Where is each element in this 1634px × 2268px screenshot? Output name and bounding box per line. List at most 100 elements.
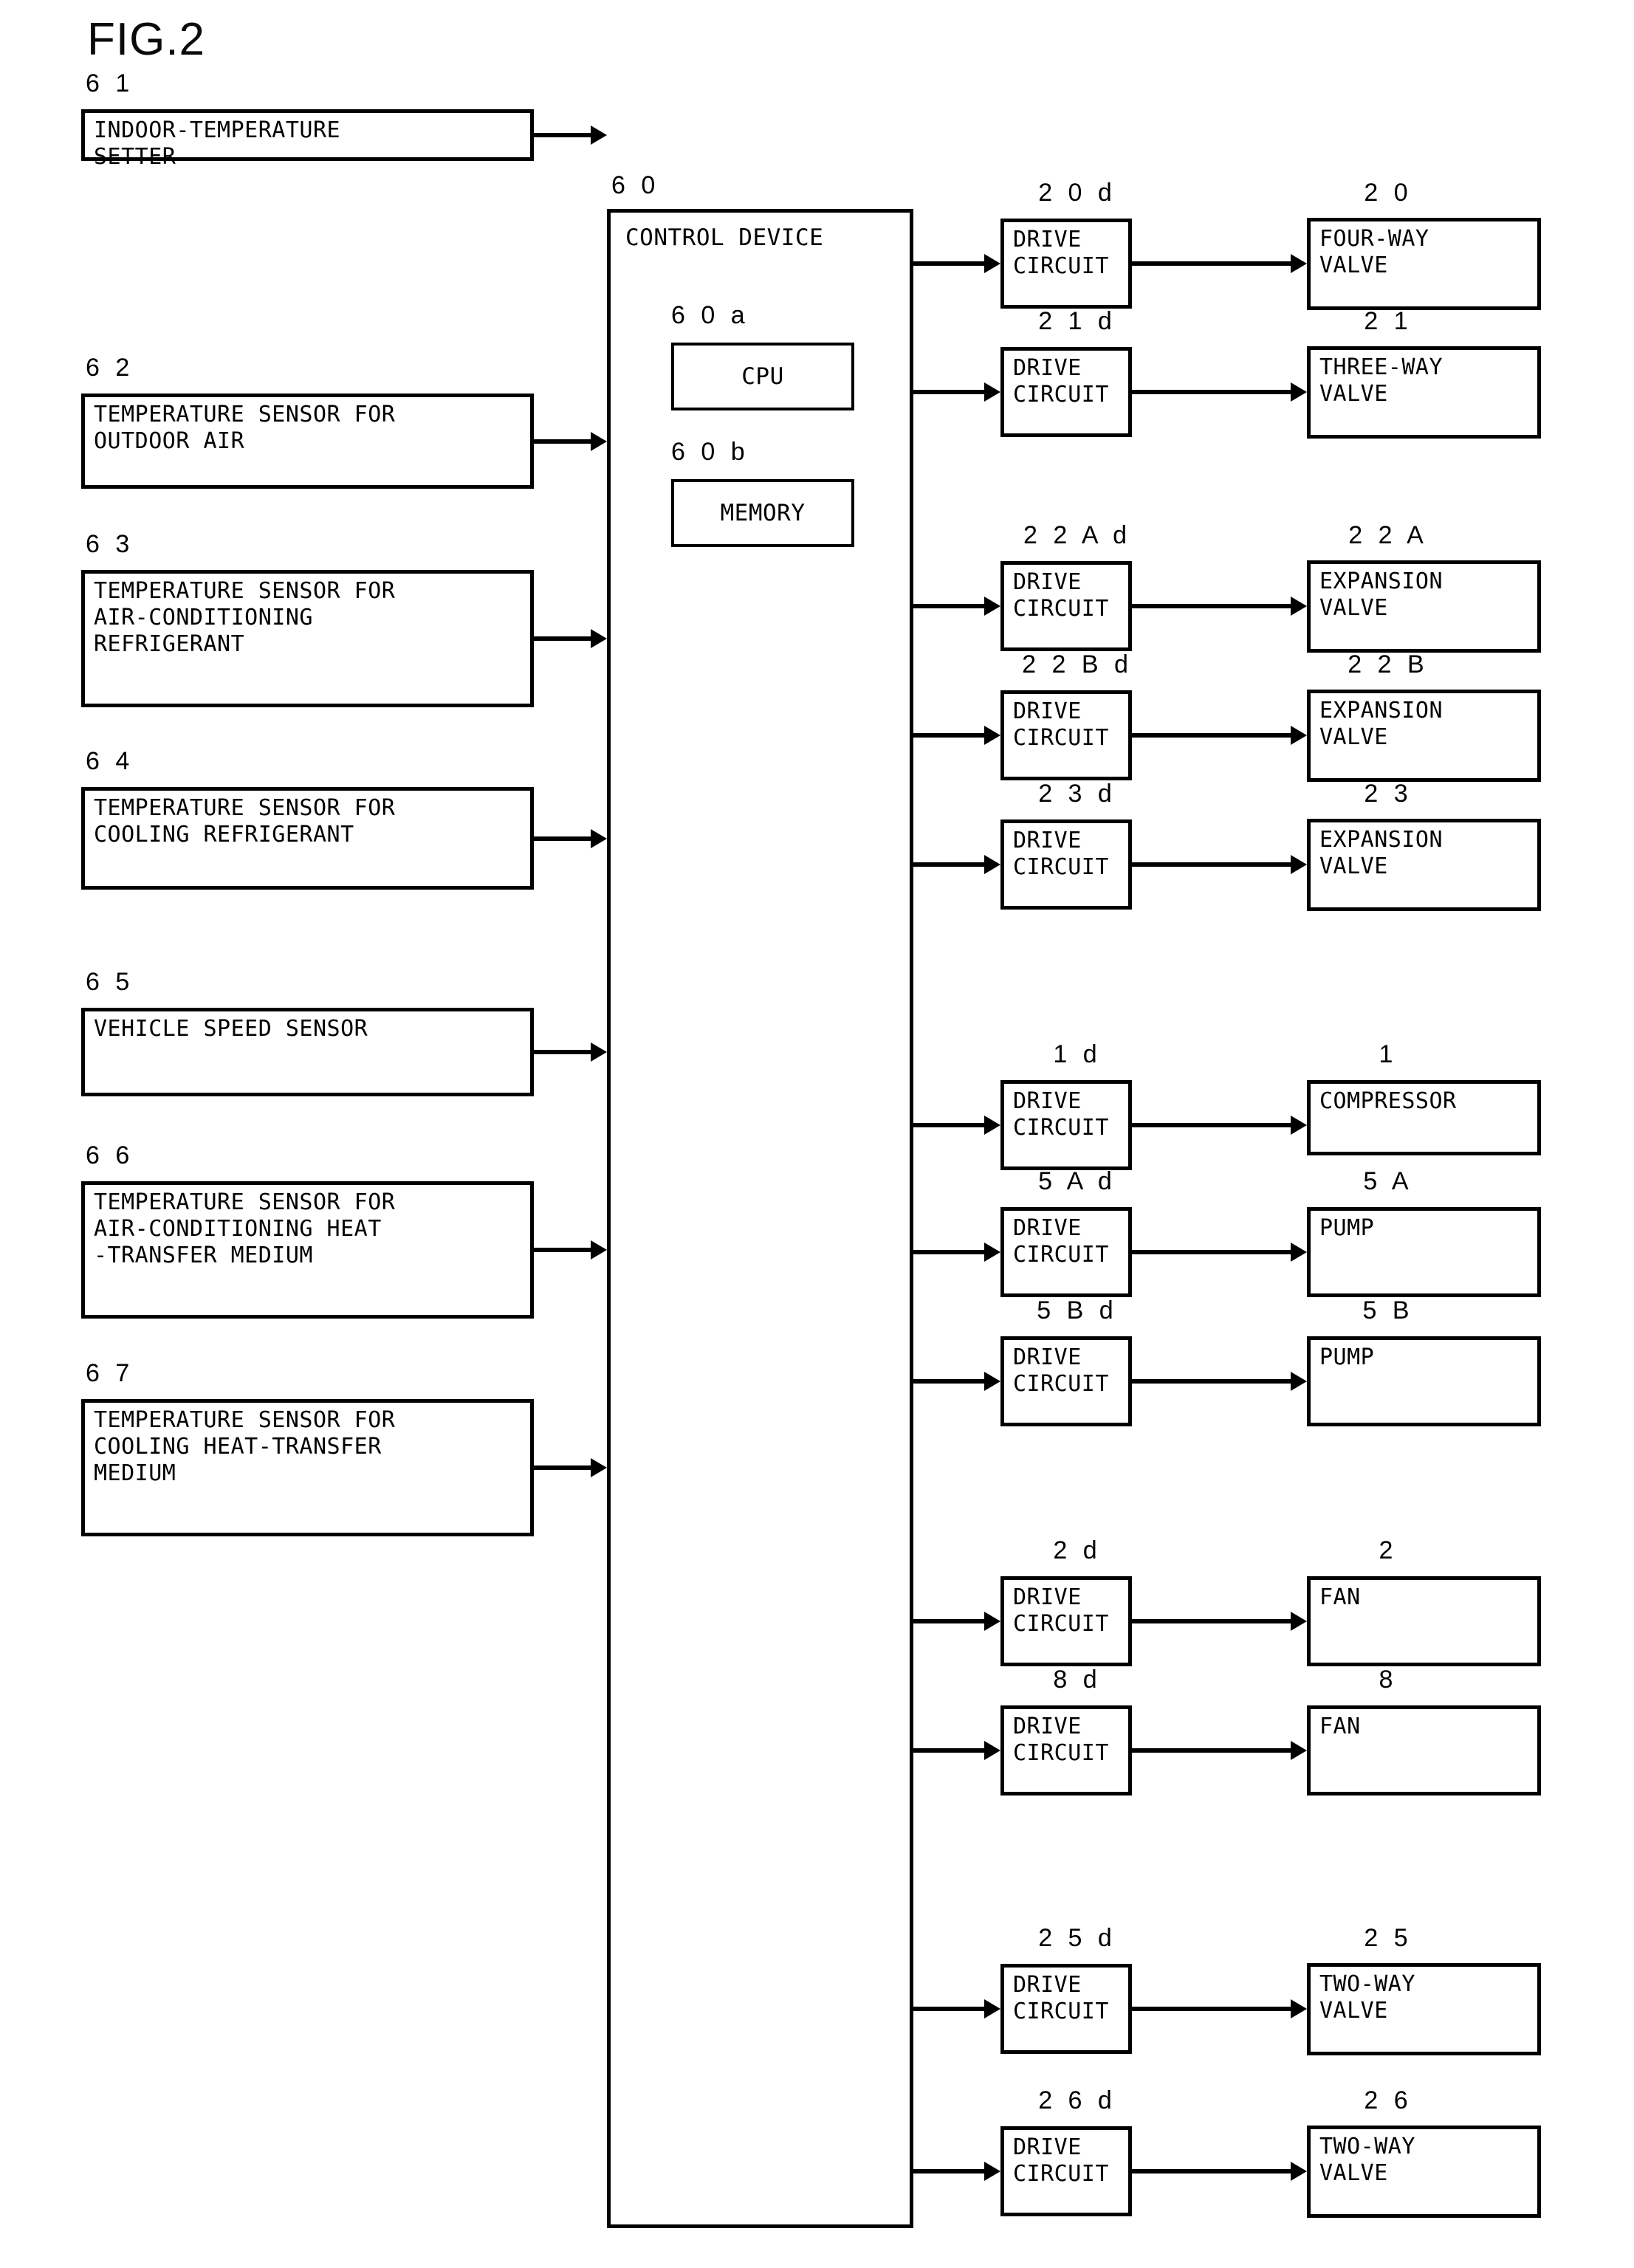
drive-circuit-block-5[interactable]: DRIVE CIRCUIT (1000, 819, 1132, 910)
drive-to-target-connector-5 (1132, 862, 1294, 867)
input-block-3[interactable]: TEMPERATURE SENSOR FOR AIR-CONDITIONING … (81, 570, 534, 707)
drive-circuit-block-11[interactable]: DRIVE CIRCUIT (1000, 1964, 1132, 2054)
drive-circuit-block-12[interactable]: DRIVE CIRCUIT (1000, 2126, 1132, 2216)
input-block-2[interactable]: TEMPERATURE SENSOR FOR OUTDOOR AIR (81, 394, 534, 489)
drive-ref-label-8: 5 B d (1037, 1296, 1118, 1324)
drive-to-target-connector-4 (1132, 733, 1294, 738)
drive-to-target-connector-8 (1132, 1379, 1294, 1384)
target-block-6-text: COMPRESSOR (1319, 1088, 1457, 1114)
input-block-7[interactable]: TEMPERATURE SENSOR FOR COOLING HEAT-TRAN… (81, 1399, 534, 1536)
target-input-arrow-3 (1291, 597, 1307, 616)
drive-circuit-block-5-text: DRIVE CIRCUIT (1013, 828, 1109, 880)
target-ref-label-3: 2 2 A (1348, 521, 1428, 549)
drive-to-target-connector-7 (1132, 1250, 1294, 1254)
target-block-5[interactable]: EXPANSION VALVE (1307, 819, 1541, 911)
input-connector-2 (534, 439, 594, 444)
control-to-drive-connector-3 (913, 604, 987, 608)
memory-block[interactable]: MEMORY (671, 479, 854, 547)
drive-circuit-block-8[interactable]: DRIVE CIRCUIT (1000, 1336, 1132, 1426)
input-block-6[interactable]: TEMPERATURE SENSOR FOR AIR-CONDITIONING … (81, 1181, 534, 1319)
control-to-drive-connector-8 (913, 1379, 987, 1384)
drive-ref-label-10: 8 d (1053, 1666, 1102, 1694)
input-ref-label-2: 6 2 (86, 354, 134, 382)
drive-circuit-block-7-text: DRIVE CIRCUIT (1013, 1215, 1109, 1268)
drive-ref-label-1: 2 0 d (1038, 179, 1116, 207)
target-block-7[interactable]: PUMP (1307, 1207, 1541, 1297)
target-block-9[interactable]: FAN (1307, 1576, 1541, 1666)
control-to-drive-connector-6 (913, 1123, 987, 1127)
drive-circuit-block-2[interactable]: DRIVE CIRCUIT (1000, 347, 1132, 437)
input-arrow-4 (591, 828, 607, 848)
target-block-12[interactable]: TWO-WAY VALVE (1307, 2126, 1541, 2218)
cpu-ref-label: 6 0 a (671, 301, 749, 329)
target-ref-label-9: 2 (1379, 1536, 1398, 1564)
drive-circuit-block-4[interactable]: DRIVE CIRCUIT (1000, 690, 1132, 780)
target-block-11-text: TWO-WAY VALVE (1319, 1971, 1415, 2024)
input-arrow-3 (591, 629, 607, 648)
drive-input-arrow-3 (984, 597, 1000, 616)
input-block-4[interactable]: TEMPERATURE SENSOR FOR COOLING REFRIGERA… (81, 787, 534, 890)
target-input-arrow-10 (1291, 1741, 1307, 1760)
input-block-7-text: TEMPERATURE SENSOR FOR COOLING HEAT-TRAN… (94, 1407, 396, 1486)
drive-circuit-block-1[interactable]: DRIVE CIRCUIT (1000, 219, 1132, 309)
drive-to-target-connector-9 (1132, 1619, 1294, 1623)
figure-title: FIG.2 (87, 14, 206, 65)
input-block-1[interactable]: INDOOR-TEMPERATURE SETTER (81, 109, 534, 170)
target-block-5-text: EXPANSION VALVE (1319, 827, 1444, 879)
drive-to-target-connector-11 (1132, 2007, 1294, 2011)
target-input-arrow-9 (1291, 1612, 1307, 1631)
target-ref-label-12: 2 6 (1364, 2086, 1412, 2114)
memory-ref-label: 6 0 b (671, 438, 749, 466)
drive-circuit-block-7[interactable]: DRIVE CIRCUIT (1000, 1207, 1132, 1297)
drive-input-arrow-7 (984, 1243, 1000, 1262)
control-to-drive-connector-4 (913, 733, 987, 738)
input-connector-7 (534, 1465, 594, 1470)
target-block-10[interactable]: FAN (1307, 1705, 1541, 1796)
drive-to-target-connector-12 (1132, 2169, 1294, 2174)
target-ref-label-7: 5 A (1363, 1167, 1413, 1195)
input-connector-1 (534, 133, 594, 137)
drive-circuit-block-10[interactable]: DRIVE CIRCUIT (1000, 1705, 1132, 1796)
target-block-11[interactable]: TWO-WAY VALVE (1307, 1963, 1541, 2055)
input-ref-label-5: 6 5 (86, 968, 134, 996)
drive-circuit-block-6[interactable]: DRIVE CIRCUIT (1000, 1080, 1132, 1170)
target-input-arrow-11 (1291, 1999, 1307, 2018)
drive-circuit-block-9-text: DRIVE CIRCUIT (1013, 1584, 1109, 1637)
drive-circuit-block-8-text: DRIVE CIRCUIT (1013, 1344, 1109, 1397)
input-block-6-text: TEMPERATURE SENSOR FOR AIR-CONDITIONING … (94, 1189, 396, 1268)
target-block-1[interactable]: FOUR-WAY VALVE (1307, 218, 1541, 310)
target-input-arrow-1 (1291, 254, 1307, 273)
drive-input-arrow-12 (984, 2162, 1000, 2181)
target-block-8-text: PUMP (1319, 1344, 1375, 1370)
control-to-drive-connector-11 (913, 2007, 987, 2011)
control-to-drive-connector-9 (913, 1619, 987, 1623)
drive-ref-label-5: 2 3 d (1038, 780, 1116, 808)
target-input-arrow-12 (1291, 2162, 1307, 2181)
input-block-5[interactable]: VEHICLE SPEED SENSOR (81, 1008, 534, 1096)
drive-ref-label-12: 2 6 d (1038, 2086, 1116, 2114)
target-block-4[interactable]: EXPANSION VALVE (1307, 690, 1541, 782)
drive-to-target-connector-10 (1132, 1748, 1294, 1753)
input-connector-5 (534, 1050, 594, 1054)
input-connector-6 (534, 1248, 594, 1252)
input-ref-label-3: 6 3 (86, 530, 134, 558)
target-block-3[interactable]: EXPANSION VALVE (1307, 560, 1541, 653)
drive-input-arrow-1 (984, 254, 1000, 273)
target-block-8[interactable]: PUMP (1307, 1336, 1541, 1426)
drive-to-target-connector-3 (1132, 604, 1294, 608)
drive-circuit-block-10-text: DRIVE CIRCUIT (1013, 1714, 1109, 1766)
drive-circuit-block-2-text: DRIVE CIRCUIT (1013, 355, 1109, 408)
target-ref-label-2: 2 1 (1364, 307, 1412, 335)
target-block-2[interactable]: THREE-WAY VALVE (1307, 346, 1541, 439)
input-arrow-1 (591, 126, 607, 145)
target-block-12-text: TWO-WAY VALVE (1319, 2134, 1415, 2186)
target-block-6[interactable]: COMPRESSOR (1307, 1080, 1541, 1155)
cpu-block[interactable]: CPU (671, 343, 854, 410)
drive-input-arrow-4 (984, 726, 1000, 745)
control-device-block[interactable]: CONTROL DEVICE 6 0 a CPU 6 0 b MEMORY (607, 209, 913, 2228)
target-block-2-text: THREE-WAY VALVE (1319, 354, 1444, 407)
target-ref-label-5: 2 3 (1364, 780, 1412, 808)
drive-to-target-connector-6 (1132, 1123, 1294, 1127)
drive-circuit-block-3[interactable]: DRIVE CIRCUIT (1000, 561, 1132, 651)
drive-circuit-block-9[interactable]: DRIVE CIRCUIT (1000, 1576, 1132, 1666)
